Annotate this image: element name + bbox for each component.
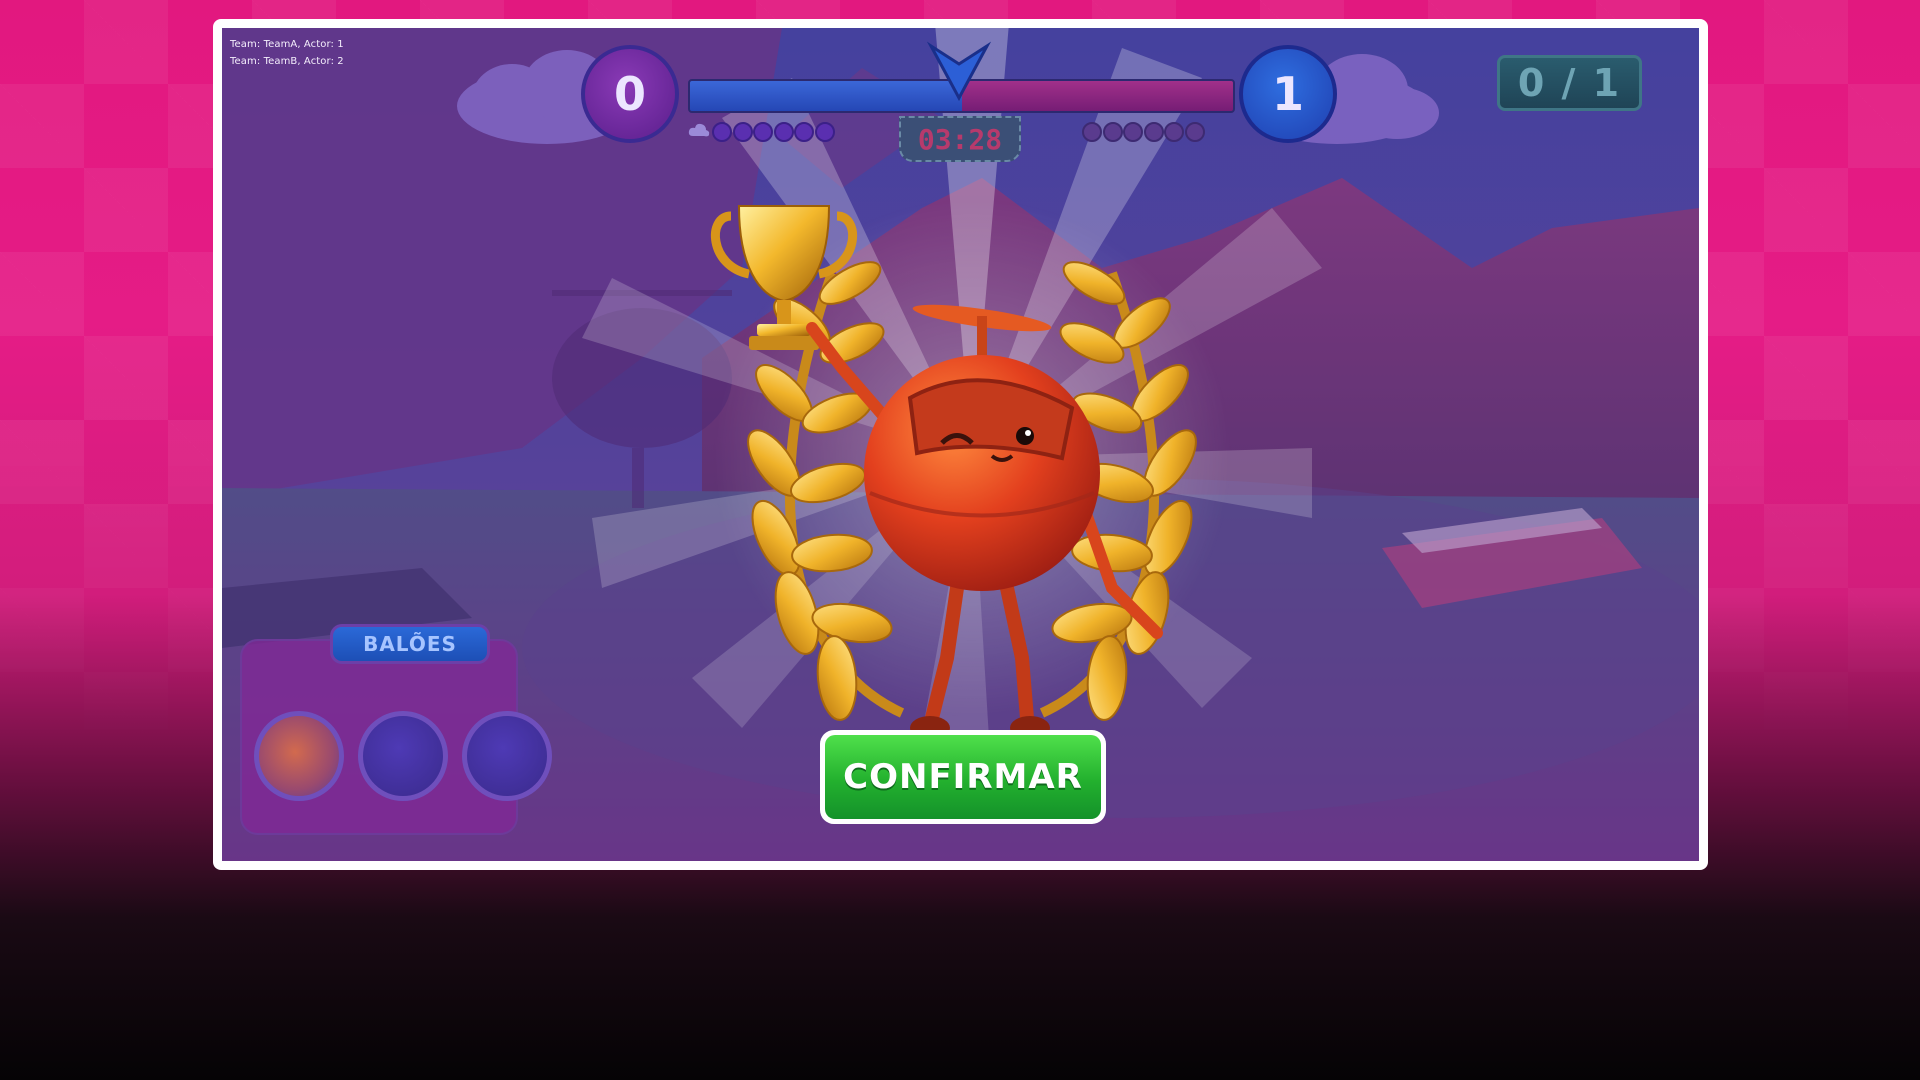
round-counter: 0 / 1 <box>1497 55 1642 111</box>
debug-text-team-a: Team: TeamA, Actor: 1 <box>230 39 344 50</box>
balloon-slot-2[interactable] <box>358 711 448 801</box>
round-pip <box>814 122 835 142</box>
round-pip <box>773 122 794 142</box>
balloons-title: BALÕES <box>330 624 490 664</box>
team-b-progress <box>961 81 1233 111</box>
round-pip <box>732 122 753 142</box>
team-a-progress <box>690 81 962 111</box>
round-pip <box>1102 122 1123 142</box>
game-window-frame: Team: TeamA, Actor: 1 Team: TeamB, Actor… <box>213 19 1708 870</box>
round-pip <box>712 122 732 142</box>
propeller-robot-character <box>806 304 1163 740</box>
debug-text-team-b: Team: TeamB, Actor: 2 <box>230 56 344 67</box>
round-pip <box>1143 122 1164 142</box>
confirm-button-label: CONFIRMAR <box>825 735 1101 819</box>
round-pip <box>1184 122 1205 142</box>
cloud-icon <box>688 123 710 137</box>
round-pip <box>1123 122 1143 142</box>
round-pip <box>753 122 773 142</box>
round-pip <box>1082 122 1102 142</box>
balloon-slot-1[interactable] <box>254 711 344 801</box>
team-b-score: 1 <box>1239 45 1337 143</box>
round-pip <box>1164 122 1184 142</box>
match-timer: 03:28 <box>899 116 1021 162</box>
confirm-button[interactable]: CONFIRMAR <box>820 730 1106 824</box>
round-pip <box>794 122 814 142</box>
team-a-score: 0 <box>581 45 679 143</box>
game-viewport[interactable]: Team: TeamA, Actor: 1 Team: TeamB, Actor… <box>222 28 1699 861</box>
balloon-slot-3[interactable] <box>462 711 552 801</box>
chevron-down-icon <box>927 41 991 102</box>
